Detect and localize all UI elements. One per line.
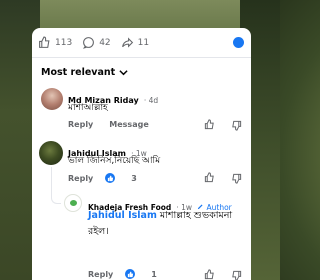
sort-selector[interactable]: Most relevant xyxy=(41,67,128,78)
like-button[interactable]: 113 xyxy=(38,36,72,49)
facebook-logo-icon xyxy=(233,37,244,48)
avatar[interactable] xyxy=(41,88,63,110)
thumbs-up-icon[interactable] xyxy=(204,269,215,280)
comment-text: ভাল জিনিস,নিয়েছি আমি xyxy=(68,156,161,166)
comment-actions: Reply 3 xyxy=(68,173,137,183)
like-reaction-icon xyxy=(125,269,136,279)
comment-text: মাশাআল্লাহ xyxy=(68,103,108,113)
thumbs-up-icon xyxy=(39,36,50,48)
share-count: 11 xyxy=(137,37,150,48)
reaction-bar: 113 42 11 xyxy=(32,28,251,58)
thumbs-down-icon[interactable] xyxy=(231,120,242,131)
sort-label: Most relevant xyxy=(41,67,116,78)
share-button[interactable]: 11 xyxy=(121,36,149,49)
reaction-count: 3 xyxy=(131,173,137,183)
reply-text: Jahidul Islam মাশাল্লাহ শুভকামনা রইল। xyxy=(88,208,248,240)
comment-actions: Reply Message xyxy=(68,120,165,129)
reaction-count: 1 xyxy=(151,269,157,279)
thumbs-up-icon[interactable] xyxy=(204,172,215,183)
background-top xyxy=(0,0,280,30)
reply-button[interactable]: Reply xyxy=(68,120,93,129)
reply-button[interactable]: Reply xyxy=(68,174,93,183)
share-arrow-icon xyxy=(121,37,133,48)
message-button[interactable]: Message xyxy=(109,120,148,129)
comment-button[interactable]: 42 xyxy=(82,36,111,49)
thumbs-down-icon[interactable] xyxy=(231,173,242,184)
comments-panel: 113 42 11 Most relevant Md Mizan Riday ·… xyxy=(32,28,251,280)
mention-link[interactable]: Jahidul Islam xyxy=(88,210,157,221)
thumbs-down-icon[interactable] xyxy=(231,270,242,280)
like-count: 113 xyxy=(55,37,73,48)
comment-count: 42 xyxy=(99,37,111,48)
thread-line xyxy=(51,167,52,197)
comment-time: · 4d xyxy=(143,96,159,105)
avatar[interactable] xyxy=(39,141,63,165)
thread-branch xyxy=(51,196,61,204)
avatar[interactable] xyxy=(64,194,82,212)
reply-actions: Reply 1 xyxy=(88,269,157,279)
reply-button[interactable]: Reply xyxy=(88,270,113,279)
chevron-down-icon xyxy=(119,70,128,76)
thumbs-up-icon[interactable] xyxy=(204,119,215,130)
comment-bubble-icon xyxy=(83,37,95,49)
like-reaction-icon xyxy=(105,173,116,183)
